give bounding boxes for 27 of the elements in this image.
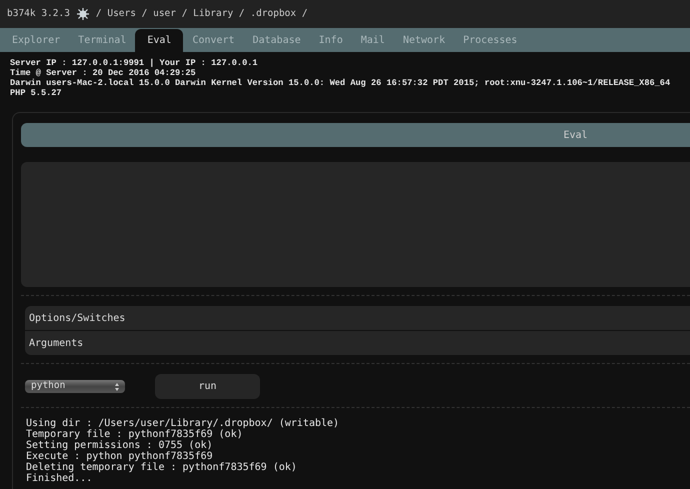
arguments-field[interactable]: Arguments — [25, 331, 690, 355]
tab[interactable]: Eval — [135, 29, 184, 52]
output-line: Finished... — [26, 473, 94, 484]
output-line: Execute : python pythonf7835f69 — [26, 451, 214, 462]
stepper-icon — [115, 382, 119, 390]
panel-title: Eval — [21, 123, 690, 147]
tab[interactable]: Network — [394, 29, 454, 52]
output-line: Temporary file : pythonf7835f69 (ok) — [26, 429, 244, 440]
tab[interactable]: Terminal — [69, 29, 136, 52]
output-line: Deleting temporary file : pythonf7835f69 (ok) — [26, 462, 298, 473]
tab[interactable]: Explorer — [3, 29, 70, 52]
server-info-line: Darwin users-Mac-2.local 15.0.0 Darwin Kernel Version 15.0.0: Wed Aug 26 16:57:32 PDT 2015; root:xnu-3247.1.106~1/RELEASE_X86_64 — [10, 78, 670, 88]
tab[interactable]: Convert — [183, 29, 244, 52]
options-field[interactable]: Options/Switches — [25, 306, 690, 330]
tab[interactable]: Processes — [454, 29, 526, 52]
output-line: Setting permissions : 0755 (ok) — [26, 440, 214, 451]
server-info-line: Time @ Server : 20 Dec 2016 04:29:25 — [10, 68, 196, 78]
server-info-line: Server IP : 127.0.0.1:9991 | Your IP : 127.0.0.1 — [10, 58, 258, 68]
tab[interactable]: Info — [310, 29, 352, 52]
tab[interactable]: Mail — [352, 29, 394, 52]
language-select[interactable]: python — [25, 380, 125, 393]
tab[interactable]: Database — [244, 29, 310, 52]
output-line: Using dir : /Users/user/Library/.dropbox/ (writable) — [26, 418, 340, 429]
app-version: b374k 3.2.3 — [7, 6, 70, 21]
server-info-line: PHP 5.5.27 — [10, 88, 62, 98]
run-button[interactable]: run — [155, 374, 260, 399]
breadcrumb-path: / Users / user / Library / .dropbox / — [96, 6, 308, 21]
